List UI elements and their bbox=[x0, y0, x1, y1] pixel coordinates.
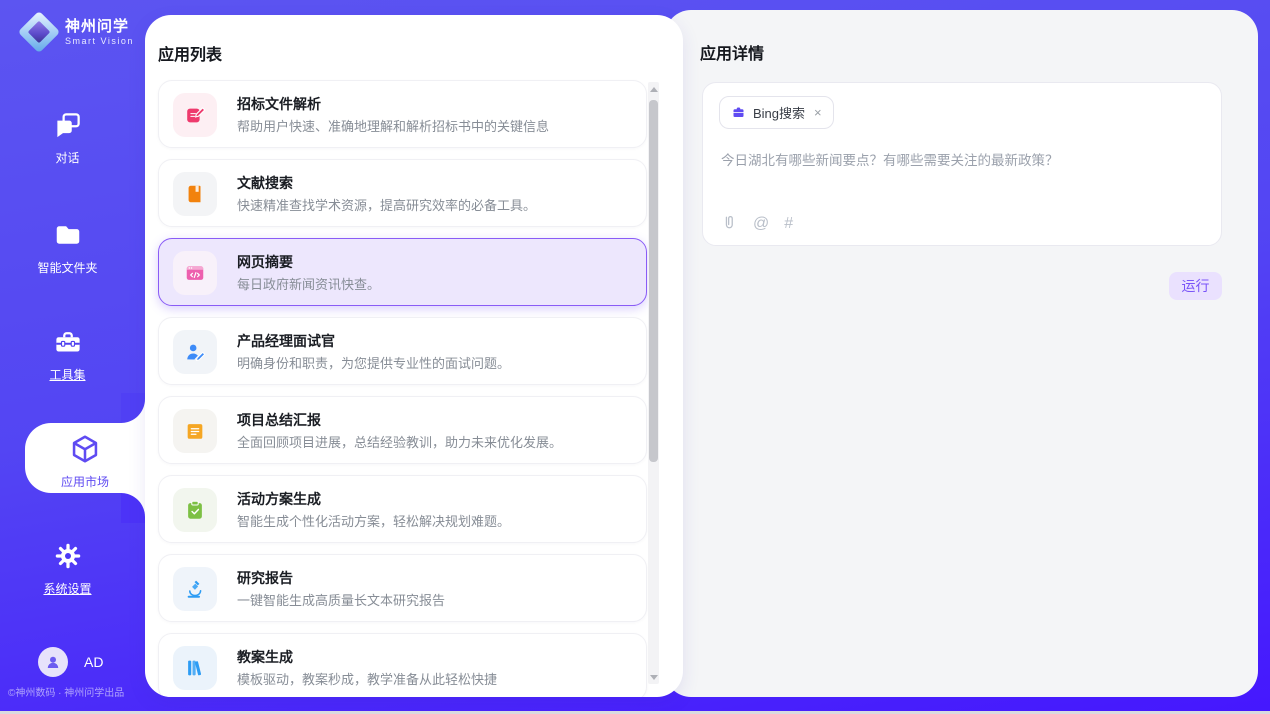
gear-icon bbox=[53, 541, 83, 576]
paperclip-icon[interactable] bbox=[721, 214, 738, 233]
folder-icon bbox=[53, 220, 83, 255]
close-icon[interactable]: × bbox=[814, 105, 822, 120]
app-window: 神州问学 Smart Vision 对话 智能文件夹 bbox=[0, 0, 1270, 714]
app-list-item[interactable]: 项目总结汇报 全面回顾项目进展，总结经验教训，助力未来优化发展。 bbox=[158, 396, 647, 464]
app-list-item[interactable]: 研究报告 一键智能生成高质量长文本研究报告 bbox=[158, 554, 647, 622]
brand-gem-icon bbox=[20, 13, 58, 51]
app-detail-title: 应用详情 bbox=[700, 40, 764, 64]
scroll-up-icon[interactable] bbox=[648, 82, 659, 96]
app-desc: 每日政府新闻资讯快查。 bbox=[237, 274, 380, 293]
app-title: 活动方案生成 bbox=[237, 489, 321, 509]
app-title: 研究报告 bbox=[237, 568, 293, 588]
cube-icon bbox=[69, 433, 101, 470]
app-desc: 帮助用户快速、准确地理解和解析招标书中的关键信息 bbox=[237, 116, 549, 135]
sidebar-item-label: 智能文件夹 bbox=[37, 259, 97, 276]
copyright-text: ©神州数码 · 神州问学出品 bbox=[8, 684, 135, 699]
app-title: 产品经理面试官 bbox=[237, 331, 335, 351]
app-list-item[interactable]: 教案生成 模板驱动，教案秒成，教学准备从此轻松快捷 bbox=[158, 633, 647, 697]
scrollbar-thumb[interactable] bbox=[649, 100, 658, 462]
active-tab-fillet bbox=[121, 493, 145, 523]
tool-chip-label: Bing搜索 bbox=[753, 103, 805, 122]
doc-edit-icon bbox=[173, 93, 217, 137]
brand-name: 神州问学 bbox=[65, 18, 134, 36]
tool-chip-bing-search[interactable]: Bing搜索 × bbox=[719, 96, 834, 129]
app-list-item[interactable]: 文献搜索 快速精准查找学术资源，提高研究效率的必备工具。 bbox=[158, 159, 647, 227]
brand-subtitle: Smart Vision bbox=[65, 36, 134, 46]
app-list-scrollbar[interactable] bbox=[648, 82, 659, 684]
app-desc: 智能生成个性化活动方案，轻松解决规划难题。 bbox=[237, 511, 510, 530]
app-list: 招标文件解析 帮助用户快速、准确地理解和解析招标书中的关键信息 文献搜索 快速精… bbox=[158, 80, 647, 697]
prompt-input[interactable]: 今日湖北有哪些新闻要点？有哪些需要关注的最新政策？ bbox=[721, 151, 1201, 171]
app-desc: 明确身份和职责，为您提供专业性的面试问题。 bbox=[237, 353, 510, 372]
user-account[interactable]: AD bbox=[38, 647, 103, 677]
books-icon bbox=[173, 646, 217, 690]
interviewer-icon bbox=[173, 330, 217, 374]
app-list-item[interactable]: 活动方案生成 智能生成个性化活动方案，轻松解决规划难题。 bbox=[158, 475, 647, 543]
app-title: 招标文件解析 bbox=[237, 94, 321, 114]
app-title: 项目总结汇报 bbox=[237, 410, 321, 430]
report-icon bbox=[173, 409, 217, 453]
app-list-item-selected[interactable]: 网页摘要 每日政府新闻资讯快查。 bbox=[158, 238, 647, 306]
at-icon[interactable]: @ bbox=[753, 215, 769, 233]
prompt-card: Bing搜索 × 今日湖北有哪些新闻要点？有哪些需要关注的最新政策？ @ # bbox=[702, 82, 1222, 246]
hash-icon[interactable]: # bbox=[784, 215, 793, 233]
app-title: 文献搜索 bbox=[237, 173, 293, 193]
app-title: 网页摘要 bbox=[237, 252, 293, 272]
webpage-code-icon bbox=[173, 251, 217, 295]
sidebar-item-settings[interactable]: 系统设置 bbox=[0, 541, 135, 597]
toolbox-icon bbox=[53, 327, 83, 362]
sidebar-item-label: 对话 bbox=[55, 149, 79, 166]
briefcase-icon bbox=[731, 105, 746, 120]
microscope-icon bbox=[173, 567, 217, 611]
app-list-title: 应用列表 bbox=[158, 41, 222, 65]
book-icon bbox=[173, 172, 217, 216]
sidebar-item-label: 应用市场 bbox=[61, 473, 109, 490]
user-initials: AD bbox=[84, 654, 103, 670]
app-title: 教案生成 bbox=[237, 647, 293, 667]
app-desc: 快速精准查找学术资源，提高研究效率的必备工具。 bbox=[237, 195, 536, 214]
sidebar: 神州问学 Smart Vision 对话 智能文件夹 bbox=[0, 0, 135, 711]
app-list-panel: 应用列表 招标文件解析 帮助用户快速、准确地理解和解析招标书中的关键信息 bbox=[145, 15, 683, 697]
sidebar-item-smart-folder[interactable]: 智能文件夹 bbox=[0, 220, 135, 276]
run-button[interactable]: 运行 bbox=[1169, 272, 1222, 300]
clipboard-check-icon bbox=[173, 488, 217, 532]
brand-logo: 神州问学 Smart Vision bbox=[20, 13, 134, 51]
app-list-item[interactable]: 产品经理面试官 明确身份和职责，为您提供专业性的面试问题。 bbox=[158, 317, 647, 385]
app-desc: 一键智能生成高质量长文本研究报告 bbox=[237, 590, 445, 609]
sidebar-item-app-market[interactable]: 应用市场 bbox=[25, 423, 145, 493]
sidebar-item-label: 系统设置 bbox=[43, 580, 91, 597]
active-tab-fillet bbox=[121, 393, 145, 423]
sidebar-item-label: 工具集 bbox=[49, 366, 85, 383]
prompt-toolbar: @ # bbox=[721, 214, 793, 233]
chat-icon bbox=[53, 110, 83, 145]
app-list-item[interactable]: 招标文件解析 帮助用户快速、准确地理解和解析招标书中的关键信息 bbox=[158, 80, 647, 148]
sidebar-item-chat[interactable]: 对话 bbox=[0, 110, 135, 166]
avatar bbox=[38, 647, 68, 677]
scroll-down-icon[interactable] bbox=[648, 670, 659, 684]
app-desc: 全面回顾项目进展，总结经验教训，助力未来优化发展。 bbox=[237, 432, 562, 451]
app-desc: 模板驱动，教案秒成，教学准备从此轻松快捷 bbox=[237, 669, 497, 688]
sidebar-item-toolset[interactable]: 工具集 bbox=[0, 327, 135, 383]
